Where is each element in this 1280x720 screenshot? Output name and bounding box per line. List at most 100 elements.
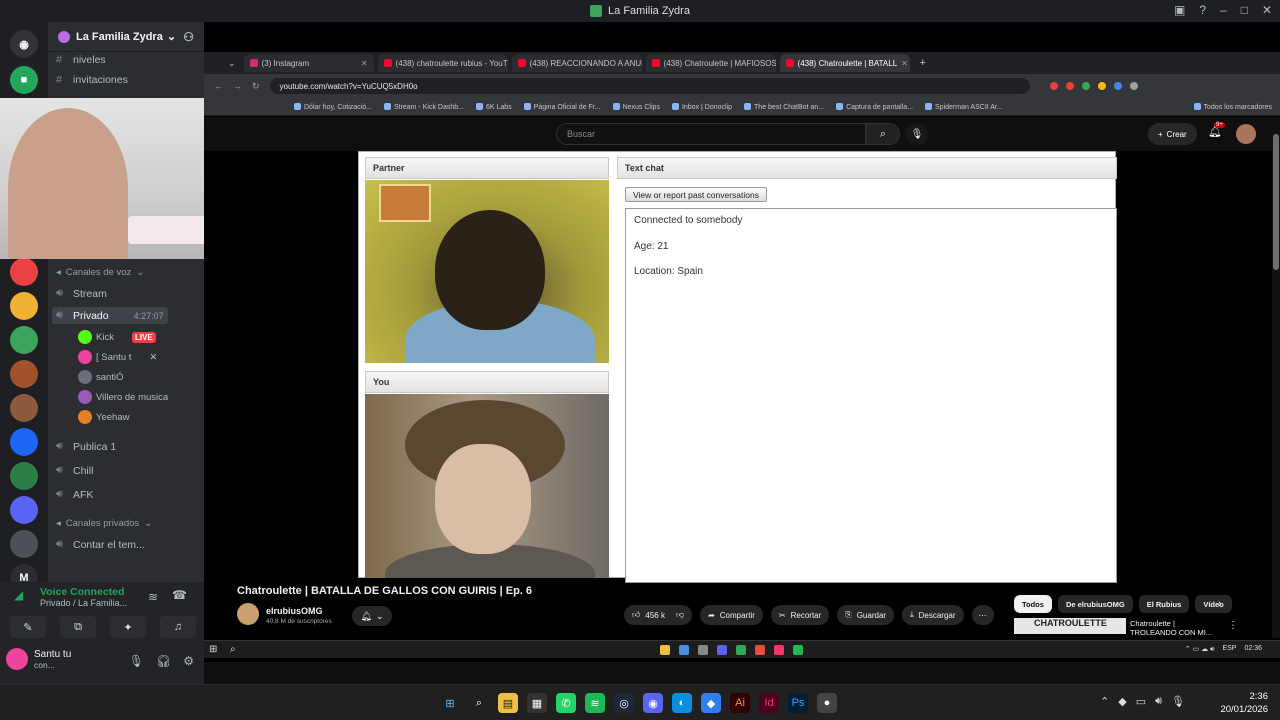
server-icon-9[interactable] (10, 496, 38, 524)
server-icon-2[interactable] (10, 258, 38, 286)
voice-channel-chill[interactable]: 🔊︎ Chill (56, 464, 93, 477)
voice-user-santio[interactable]: santiÓ (78, 370, 123, 384)
reload-icon[interactable]: ↻ (252, 81, 260, 92)
settings-gear-icon[interactable]: ⚙ (183, 654, 194, 668)
voice-channel-privado[interactable]: 🔊︎ Privado 4:27:07 (52, 307, 168, 324)
app-icon[interactable]: ◆ (701, 693, 721, 713)
disconnect-icon[interactable]: ☎ (172, 588, 187, 602)
scrollbar-thumb[interactable] (1273, 134, 1279, 270)
screen-share-icon[interactable]: ⧉ (60, 616, 96, 638)
voice-search-icon[interactable]: 🎙︎ (906, 123, 928, 145)
recommended-title[interactable]: Chatroulette | TROLEANDO CON MI... (1130, 619, 1212, 637)
microphone-icon[interactable]: 🎙︎ (129, 654, 144, 668)
channel-invitaciones[interactable]: # invitaciones (56, 74, 128, 86)
channel-avatar[interactable] (237, 603, 259, 625)
user-profile[interactable]: Santu tu con... (6, 648, 71, 670)
extension-icon[interactable] (1049, 82, 1058, 90)
more-vert-icon[interactable]: ⋮ (1228, 620, 1238, 631)
headphones-icon[interactable]: 🎧︎ (156, 654, 171, 668)
browser-tab[interactable]: (438) REACCIONANDO A ANUNC✕ (511, 54, 642, 72)
server-icon-6[interactable] (10, 394, 38, 422)
new-tab-icon[interactable]: + (920, 57, 926, 69)
edge-icon[interactable]: ◐ (672, 693, 692, 713)
spotify-icon[interactable]: ≋ (585, 693, 605, 713)
chevron-up-icon[interactable]: ⌃ (1100, 695, 1109, 708)
whatsapp-icon[interactable]: ✆ (556, 693, 576, 713)
microphone-icon[interactable]: 🎙︎ (1171, 695, 1185, 708)
bookmark-item[interactable]: Captura de pantalla... (836, 103, 913, 111)
url-field[interactable]: youtube.com/watch?v=YuCUQ5xDH0o (269, 78, 1030, 94)
subscribed-bell-button[interactable]: 🔔︎ ⌄ (352, 606, 392, 626)
server-icon-4[interactable] (10, 326, 38, 354)
more-actions-button[interactable]: ⋯ (971, 605, 994, 625)
server-icon-7[interactable] (10, 428, 38, 456)
all-bookmarks-item[interactable]: Todos los marcadores (1194, 103, 1272, 111)
browser-tab[interactable]: (3) Instagram ✕ (243, 54, 374, 72)
search-icon[interactable]: ⌕ (866, 123, 900, 145)
server-icon-1[interactable]: ■ (10, 66, 38, 94)
category-voice-channels[interactable]: ◂ Canales de voz ⌄ (56, 267, 144, 278)
voice-user-villero[interactable]: Villero de musica (78, 390, 168, 404)
back-icon[interactable]: ← (214, 81, 223, 91)
chip-de-elrubiusomg[interactable]: De elrubiusOMG (1057, 595, 1133, 613)
thumbs-down-icon[interactable]: 👎︎ (676, 610, 684, 620)
clip-button[interactable]: ✂ Recortar (770, 605, 830, 625)
recommended-thumbnail[interactable]: CHATROULETTE (1014, 618, 1126, 634)
volume-icon[interactable]: 🔊︎ (1155, 695, 1162, 708)
voice-channel-publica[interactable]: 🔊︎ Publica 1 (56, 440, 116, 453)
inbox-icon[interactable]: ▣ (1174, 3, 1185, 17)
indesign-icon[interactable]: Id (759, 693, 779, 713)
browser-tab[interactable]: (438) chatroulette rubius - YouT✕ (377, 54, 508, 72)
server-icon-10[interactable] (10, 530, 38, 558)
voice-channel-name[interactable]: Privado / La Familia... (40, 598, 127, 608)
save-button[interactable]: ⎘ Guardar (837, 605, 895, 625)
extension-icon[interactable] (1097, 82, 1106, 90)
close-tab-icon[interactable]: ✕ (361, 59, 368, 68)
server-icon-3[interactable] (10, 292, 38, 320)
voice-channel-afk[interactable]: 🔊︎ AFK (56, 488, 93, 501)
noise-suppression-icon[interactable]: ≋ (148, 590, 158, 604)
tab-search-icon[interactable]: ⌄ (228, 58, 236, 69)
maximize-icon[interactable]: □ (1241, 3, 1248, 17)
minimize-icon[interactable]: – (1220, 3, 1227, 17)
channel-name[interactable]: elrubiusOMG (266, 606, 323, 616)
help-icon[interactable]: ? (1199, 3, 1206, 17)
category-private-channels[interactable]: ◂ Canales privados ⌄ (56, 518, 152, 529)
voice-user-santu[interactable]: [ Santu t ✕ (78, 350, 157, 364)
view-report-button[interactable]: View or report past conversations (625, 187, 767, 202)
voice-user-yeehaw[interactable]: Yeehaw (78, 410, 129, 424)
chip-el-rubius[interactable]: El Rubius (1138, 595, 1190, 613)
tray-app-icon[interactable]: ◆ (1118, 695, 1126, 708)
voice-channel-private[interactable]: 🔊︎ Contar el tem... (56, 538, 145, 551)
server-header[interactable]: La Familia Zydra ⌄ ⚇ (48, 22, 204, 52)
share-button[interactable]: ➦ Compartir (700, 605, 763, 625)
server-icon-5[interactable] (10, 360, 38, 388)
discord-home-icon[interactable]: ◉ (10, 30, 38, 58)
bookmark-item[interactable]: Spiderman ASCII Ar... (925, 103, 1003, 111)
network-icon[interactable]: ▭ (1136, 695, 1146, 708)
account-avatar[interactable] (1236, 124, 1256, 144)
channel-niveles[interactable]: # niveles (56, 54, 106, 66)
extension-icon[interactable] (1065, 82, 1074, 90)
notifications-bell-icon[interactable]: 🔔︎ 9+ (1208, 122, 1225, 138)
close-tab-icon[interactable]: ✕ (901, 59, 908, 68)
bookmark-item[interactable]: The best ChatBot an... (744, 103, 824, 111)
download-button[interactable]: ⤓ Descargar (902, 605, 964, 625)
discord-icon[interactable]: ◉ (643, 693, 663, 713)
extension-icon[interactable] (1081, 82, 1090, 90)
bookmark-item[interactable]: Página Oficial de Fr... (524, 103, 601, 111)
browser-tab[interactable]: (438) Chatroulette | MAFIOSOS✕ (645, 54, 776, 72)
steam-icon[interactable]: ◎ (614, 693, 634, 713)
chip-todos[interactable]: Todos (1014, 595, 1052, 613)
invite-icon[interactable]: ⚇ (183, 30, 194, 44)
close-icon[interactable]: ✕ (1262, 3, 1272, 17)
like-button[interactable]: 👍︎ 456 k 👎︎ (624, 605, 693, 625)
app-icon[interactable]: ▦ (527, 693, 547, 713)
illustrator-icon[interactable]: Ai (730, 693, 750, 713)
photoshop-icon[interactable]: Ps (788, 693, 808, 713)
activities-icon[interactable]: ✦ (110, 616, 146, 638)
voice-user-kick[interactable]: Kick LIVE (78, 330, 156, 344)
soundboard-icon[interactable]: ♫ (160, 616, 196, 638)
forward-icon[interactable]: → (233, 81, 242, 91)
obs-icon[interactable]: ● (817, 693, 837, 713)
